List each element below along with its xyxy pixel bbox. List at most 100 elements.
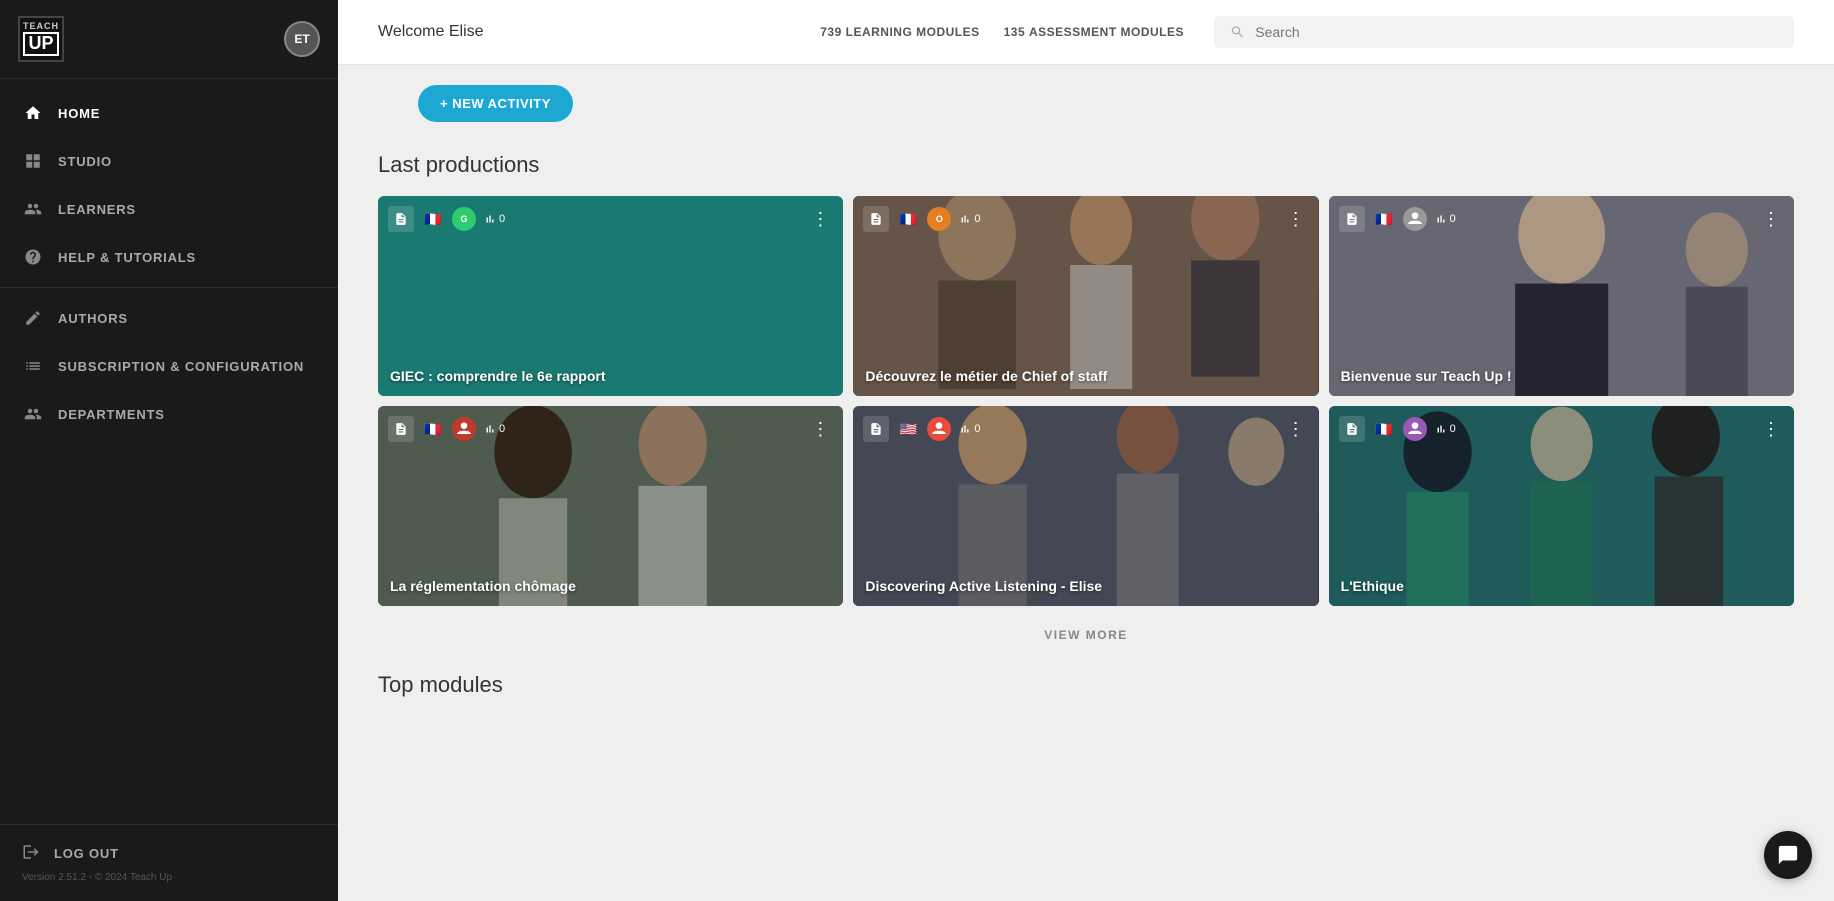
last-productions-title: Last productions	[378, 152, 1794, 178]
card-doc-icon-5	[863, 416, 889, 442]
departments-icon	[22, 403, 44, 425]
sidebar-item-studio[interactable]: STUDIO	[0, 137, 338, 185]
card-header-2: 🇫🇷 O 0 ⋮	[863, 206, 1308, 232]
sidebar-header: TEACH UP ET	[0, 0, 338, 79]
card-doc-icon-1	[388, 206, 414, 232]
sidebar: TEACH UP ET HOME STUDIO LEARNERS	[0, 0, 338, 901]
card-doc-icon-3	[1339, 206, 1365, 232]
production-card-2[interactable]: 🇫🇷 O 0 ⋮ Découvrez le métier de Chief of…	[853, 196, 1318, 396]
logo: TEACH UP	[18, 16, 64, 62]
sidebar-item-home-label: HOME	[58, 106, 100, 121]
author-avatar-4	[452, 417, 476, 441]
flag-fr-6: 🇫🇷	[1373, 421, 1395, 437]
card-header-1: 🇫🇷 G 0 ⋮	[388, 206, 833, 232]
content-area: + NEW ACTIVITY Last productions 🇫🇷 G 0	[338, 65, 1834, 738]
card-menu-2[interactable]: ⋮	[1283, 208, 1309, 230]
author-avatar-6	[1403, 417, 1427, 441]
author-avatar-1: G	[452, 207, 476, 231]
chat-bubble[interactable]	[1764, 831, 1812, 879]
flag-fr-2: 🇫🇷	[897, 211, 919, 227]
flag-fr-1: 🇫🇷	[422, 211, 444, 227]
main-content: Welcome Elise 739 LEARNING MODULES 135 A…	[338, 0, 1834, 901]
card-menu-5[interactable]: ⋮	[1283, 418, 1309, 440]
sidebar-item-subscription-label: SUBSCRIPTION & CONFIGURATION	[58, 359, 304, 374]
stats-badge-6: 0	[1435, 423, 1456, 435]
sidebar-item-departments-label: DEPARTMENTS	[58, 407, 165, 422]
view-more-button[interactable]: VIEW MORE	[378, 606, 1794, 652]
logout-item[interactable]: LOG OUT	[22, 843, 316, 864]
sidebar-logout-label: LOG OUT	[54, 846, 119, 861]
stats-badge-5: 0	[959, 423, 980, 435]
learners-icon	[22, 198, 44, 220]
flag-fr-3: 🇫🇷	[1373, 211, 1395, 227]
search-input[interactable]	[1255, 24, 1778, 40]
production-card-4[interactable]: 🇫🇷 0 ⋮ La réglementation chômage	[378, 406, 843, 606]
stats-badge-4: 0	[484, 423, 505, 435]
welcome-text: Welcome Elise	[378, 23, 484, 41]
production-card-3[interactable]: 🇫🇷 0 ⋮ Bienvenue sur Teach Up !	[1329, 196, 1794, 396]
card-menu-1[interactable]: ⋮	[807, 208, 833, 230]
action-bar: + NEW ACTIVITY	[378, 65, 1794, 132]
nav-divider-1	[0, 287, 338, 288]
sidebar-item-home[interactable]: HOME	[0, 89, 338, 137]
sidebar-item-departments[interactable]: DEPARTMENTS	[0, 390, 338, 438]
card-doc-icon-2	[863, 206, 889, 232]
sidebar-nav: HOME STUDIO LEARNERS HELP & TUTORIALS	[0, 79, 338, 824]
author-avatar-3	[1403, 207, 1427, 231]
author-avatar-2: O	[927, 207, 951, 231]
top-bar-right: 739 LEARNING MODULES 135 ASSESSMENT MODU…	[820, 16, 1794, 48]
card-title-5: Discovering Active Listening - Elise	[865, 578, 1306, 594]
sidebar-version: Version 2.51.2 - © 2024 Teach Up	[22, 872, 316, 883]
sidebar-item-help[interactable]: HELP & TUTORIALS	[0, 233, 338, 281]
search-bar	[1214, 16, 1794, 48]
productions-grid: 🇫🇷 G 0 ⋮ GIEC : comprendre le 6e rapport	[378, 196, 1794, 606]
card-title-6: L'Ethique	[1341, 578, 1782, 594]
production-card-5[interactable]: 🇺🇸 0 ⋮ Discovering Active Listening - El…	[853, 406, 1318, 606]
studio-icon	[22, 150, 44, 172]
author-avatar-5	[927, 417, 951, 441]
avatar[interactable]: ET	[284, 21, 320, 57]
sidebar-item-authors[interactable]: AUTHORS	[0, 294, 338, 342]
assessment-modules-count: 135 ASSESSMENT MODULES	[1004, 25, 1184, 39]
authors-icon	[22, 307, 44, 329]
card-title-3: Bienvenue sur Teach Up !	[1341, 368, 1782, 384]
sidebar-item-learners[interactable]: LEARNERS	[0, 185, 338, 233]
help-icon	[22, 246, 44, 268]
card-title-2: Découvrez le métier de Chief of staff	[865, 368, 1306, 384]
module-counts: 739 LEARNING MODULES 135 ASSESSMENT MODU…	[820, 25, 1184, 39]
sidebar-item-learners-label: LEARNERS	[58, 202, 136, 217]
card-header-5: 🇺🇸 0 ⋮	[863, 416, 1308, 442]
card-title-4: La réglementation chômage	[390, 578, 831, 594]
sidebar-item-studio-label: STUDIO	[58, 154, 112, 169]
card-doc-icon-4	[388, 416, 414, 442]
logo-teach: TEACH	[23, 22, 59, 32]
flag-fr-4: 🇫🇷	[422, 421, 444, 437]
card-menu-4[interactable]: ⋮	[807, 418, 833, 440]
card-menu-3[interactable]: ⋮	[1758, 208, 1784, 230]
card-header-4: 🇫🇷 0 ⋮	[388, 416, 833, 442]
logout-icon	[22, 843, 40, 864]
search-icon	[1230, 24, 1245, 40]
logo-up: UP	[23, 32, 59, 56]
flag-us-5: 🇺🇸	[897, 421, 919, 437]
subscription-icon	[22, 355, 44, 377]
card-header-6: 🇫🇷 0 ⋮	[1339, 416, 1784, 442]
sidebar-item-authors-label: AUTHORS	[58, 311, 128, 326]
sidebar-item-subscription[interactable]: SUBSCRIPTION & CONFIGURATION	[0, 342, 338, 390]
card-title-1: GIEC : comprendre le 6e rapport	[390, 368, 831, 384]
top-bar: Welcome Elise 739 LEARNING MODULES 135 A…	[338, 0, 1834, 65]
stats-badge-2: 0	[959, 213, 980, 225]
stats-badge-3: 0	[1435, 213, 1456, 225]
production-card-1[interactable]: 🇫🇷 G 0 ⋮ GIEC : comprendre le 6e rapport	[378, 196, 843, 396]
sidebar-item-help-label: HELP & TUTORIALS	[58, 250, 196, 265]
top-modules-title: Top modules	[378, 672, 1794, 698]
card-doc-icon-6	[1339, 416, 1365, 442]
card-header-3: 🇫🇷 0 ⋮	[1339, 206, 1784, 232]
production-card-6[interactable]: 🇫🇷 0 ⋮ L'Ethique	[1329, 406, 1794, 606]
chat-icon	[1777, 844, 1799, 866]
new-activity-button[interactable]: + NEW ACTIVITY	[418, 85, 573, 122]
sidebar-footer: LOG OUT Version 2.51.2 - © 2024 Teach Up	[0, 824, 338, 901]
home-icon	[22, 102, 44, 124]
learning-modules-count: 739 LEARNING MODULES	[820, 25, 979, 39]
card-menu-6[interactable]: ⋮	[1758, 418, 1784, 440]
